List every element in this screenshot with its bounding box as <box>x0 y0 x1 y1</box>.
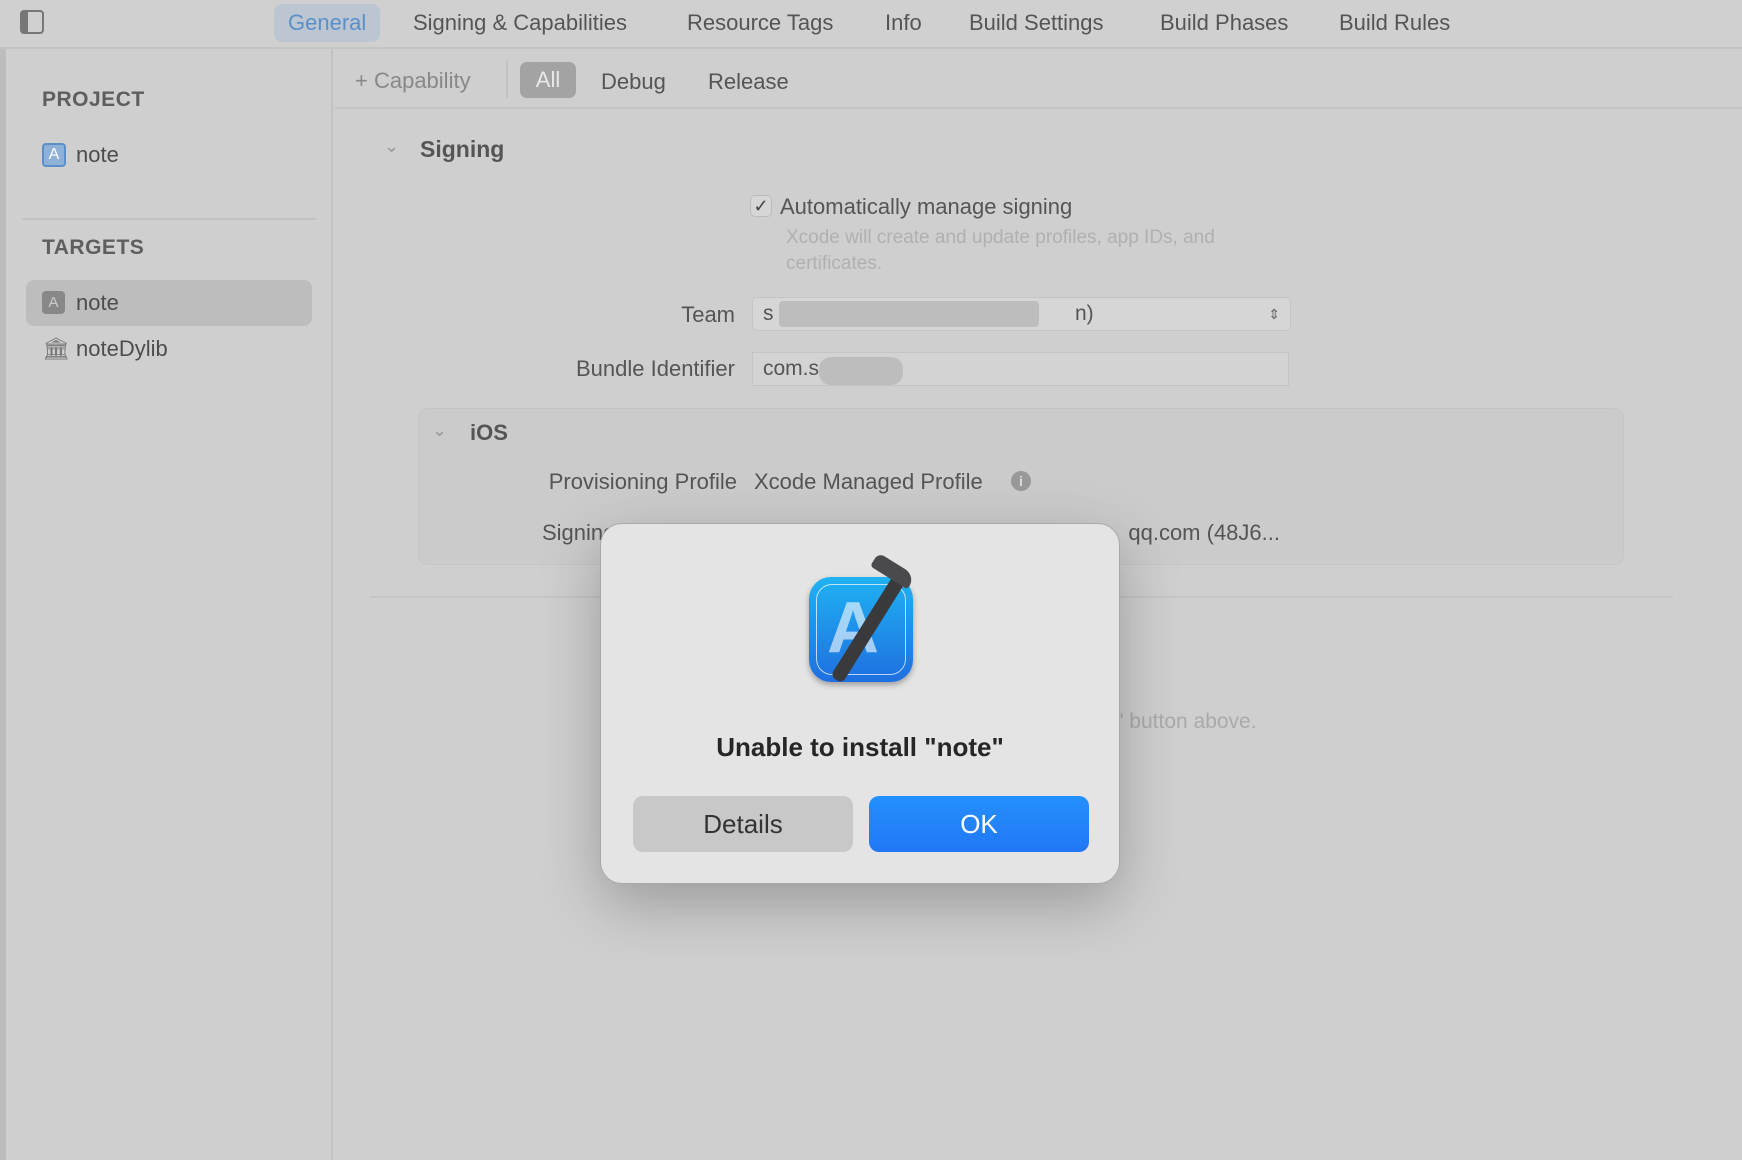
tab-build-phases[interactable]: Build Phases <box>1146 4 1302 42</box>
divider <box>22 218 316 220</box>
dialog-title: Unable to install "note" <box>601 732 1119 763</box>
ios-title: iOS <box>470 420 508 446</box>
redacted-block <box>819 357 903 385</box>
project-sidebar <box>6 49 333 1160</box>
redacted-block <box>779 301 1039 327</box>
filter-all[interactable]: All <box>520 62 576 98</box>
tab-info[interactable]: Info <box>871 4 936 42</box>
signing-chevron-icon[interactable]: ⌄ <box>384 136 399 157</box>
error-alert-dialog: A Unable to install "note" Details OK <box>600 523 1120 884</box>
team-value-suffix: n) <box>1075 298 1094 330</box>
capability-hint: " button above. <box>1116 710 1257 734</box>
provisioning-profile-label: Provisioning Profile <box>549 469 737 495</box>
auto-manage-desc-2: certificates. <box>786 253 882 275</box>
add-capability-button[interactable]: + Capability <box>355 68 471 94</box>
app-target-icon: A <box>42 291 65 314</box>
sidebar-toggle-button[interactable] <box>20 10 44 34</box>
tab-build-settings[interactable]: Build Settings <box>955 4 1118 42</box>
sidebar-toggle-icon <box>22 12 28 32</box>
tab-general[interactable]: General <box>274 4 380 42</box>
team-popup[interactable]: s n) ⇕ <box>752 297 1291 331</box>
sidebar-item-target-note[interactable] <box>26 280 312 326</box>
xcode-app-icon: A <box>809 577 913 682</box>
ok-button[interactable]: OK <box>869 796 1089 852</box>
info-icon[interactable]: i <box>1011 471 1031 491</box>
target-note-label: note <box>76 290 119 316</box>
sidebar-item-project-note[interactable]: note <box>76 142 119 168</box>
provisioning-profile-value: Xcode Managed Profile <box>754 469 983 495</box>
bundle-identifier-value: com.s <box>763 357 819 380</box>
tab-build-rules[interactable]: Build Rules <box>1325 4 1464 42</box>
popup-arrows-icon: ⇕ <box>1268 298 1280 330</box>
team-value-prefix: s <box>763 302 774 325</box>
bundle-identifier-field[interactable]: com.s <box>752 352 1289 386</box>
project-header: PROJECT <box>42 88 145 112</box>
filter-debug[interactable]: Debug <box>601 69 666 95</box>
signing-title: Signing <box>420 136 504 163</box>
library-icon: 🏛 <box>42 336 70 362</box>
app-project-icon: A <box>42 143 66 167</box>
tab-resource-tags[interactable]: Resource Tags <box>673 4 847 42</box>
auto-manage-checkbox[interactable]: ✓ <box>750 195 772 217</box>
ios-chevron-icon[interactable]: ⌄ <box>432 420 447 441</box>
auto-manage-desc: Xcode will create and update profiles, a… <box>786 227 1215 249</box>
team-label: Team <box>681 302 735 328</box>
filter-release[interactable]: Release <box>708 69 789 95</box>
targets-header: TARGETS <box>42 236 144 260</box>
bundle-identifier-label: Bundle Identifier <box>576 356 735 382</box>
tab-signing-capabilities[interactable]: Signing & Capabilities <box>399 4 641 42</box>
signing-certificate-value: qq.com (48J6... <box>1128 520 1280 546</box>
auto-manage-label: Automatically manage signing <box>780 194 1072 220</box>
details-button[interactable]: Details <box>633 796 853 852</box>
sidebar-item-target-notedylib[interactable]: noteDylib <box>76 336 168 362</box>
divider <box>506 60 508 98</box>
